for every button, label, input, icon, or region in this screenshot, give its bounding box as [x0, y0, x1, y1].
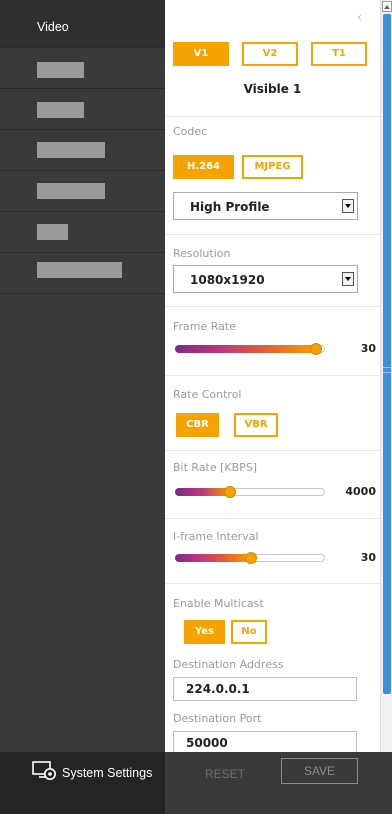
- sidebar-item[interactable]: [0, 48, 165, 89]
- codec-heading: Codec: [173, 125, 208, 138]
- rate-cbr-button[interactable]: CBR: [176, 413, 219, 437]
- iframe-interval-slider[interactable]: [175, 552, 325, 564]
- profile-value: High Profile: [190, 200, 270, 214]
- slider-fill: [175, 554, 252, 562]
- sidebar-item-label: Video: [37, 20, 69, 34]
- system-settings-button[interactable]: System Settings: [0, 752, 165, 814]
- divider: [165, 306, 380, 307]
- redacted-label: [37, 224, 68, 240]
- redacted-label: [37, 102, 84, 118]
- tab-v1[interactable]: V1: [173, 42, 229, 66]
- divider: [165, 450, 380, 451]
- save-button[interactable]: SAVE: [281, 758, 358, 784]
- destination-address-heading: Destination Address: [173, 658, 284, 671]
- slider-thumb[interactable]: [310, 343, 322, 355]
- divider: [165, 375, 380, 376]
- system-settings-label: System Settings: [62, 766, 153, 780]
- vertical-scrollbar[interactable]: [380, 0, 392, 765]
- slider-thumb[interactable]: [245, 552, 257, 564]
- multicast-yes-button[interactable]: Yes: [184, 620, 225, 644]
- slider-fill: [175, 345, 317, 353]
- iframe-interval-heading: I-frame Interval: [173, 530, 259, 543]
- divider: [165, 518, 380, 519]
- rate-vbr-button[interactable]: VBR: [234, 413, 278, 437]
- redacted-label: [37, 183, 105, 199]
- bit-rate-value: 4000: [345, 485, 376, 498]
- divider: [165, 234, 380, 235]
- frame-rate-heading: Frame Rate: [173, 320, 236, 333]
- scroll-thumb[interactable]: [383, 14, 391, 694]
- profile-select[interactable]: High Profile: [173, 192, 358, 220]
- sidebar-item[interactable]: [0, 253, 165, 294]
- scroll-up-icon[interactable]: [382, 1, 392, 12]
- sidebar: Video: [0, 0, 165, 814]
- multicast-heading: Enable Multicast: [173, 597, 264, 610]
- rate-control-heading: Rate Control: [173, 388, 242, 401]
- dropdown-arrow-icon[interactable]: [342, 272, 354, 286]
- system-settings-icon: [32, 761, 56, 780]
- multicast-no-button[interactable]: No: [231, 620, 267, 644]
- destination-port-heading: Destination Port: [173, 712, 262, 725]
- sidebar-item[interactable]: [0, 89, 165, 130]
- slider-thumb[interactable]: [224, 486, 236, 498]
- tab-t1[interactable]: T1: [311, 42, 367, 66]
- resolution-select[interactable]: 1080x1920: [173, 265, 358, 293]
- codec-mjpeg-button[interactable]: MJPEG: [242, 155, 303, 179]
- divider: [165, 116, 380, 117]
- divider: [165, 583, 380, 584]
- tab-v2[interactable]: V2: [242, 42, 298, 66]
- sidebar-item-video[interactable]: Video: [0, 0, 165, 48]
- frame-rate-value: 30: [360, 342, 376, 355]
- scroll-grip-icon: [383, 367, 391, 373]
- collapse-icon[interactable]: ‹: [357, 10, 362, 24]
- destination-address-field[interactable]: 224.0.0.1: [173, 677, 357, 701]
- iframe-interval-value: 30: [360, 551, 376, 564]
- bit-rate-slider[interactable]: [175, 486, 325, 498]
- frame-rate-slider[interactable]: [175, 343, 325, 355]
- resolution-heading: Resolution: [173, 247, 231, 260]
- sidebar-item[interactable]: [0, 212, 165, 253]
- reset-button[interactable]: RESET: [205, 767, 245, 781]
- codec-h264-button[interactable]: H.264: [173, 155, 234, 179]
- footer-bar: RESET SAVE: [165, 752, 392, 814]
- dropdown-arrow-icon[interactable]: [342, 199, 354, 213]
- redacted-label: [37, 62, 84, 78]
- sidebar-item[interactable]: [0, 171, 165, 212]
- bit-rate-heading: Bit Rate [KBPS]: [173, 461, 258, 474]
- sidebar-item[interactable]: [0, 130, 165, 171]
- redacted-label: [37, 142, 105, 158]
- stream-name: Visible 1: [243, 82, 302, 96]
- redacted-label: [37, 262, 122, 278]
- resolution-value: 1080x1920: [190, 273, 265, 287]
- slider-fill: [175, 488, 231, 496]
